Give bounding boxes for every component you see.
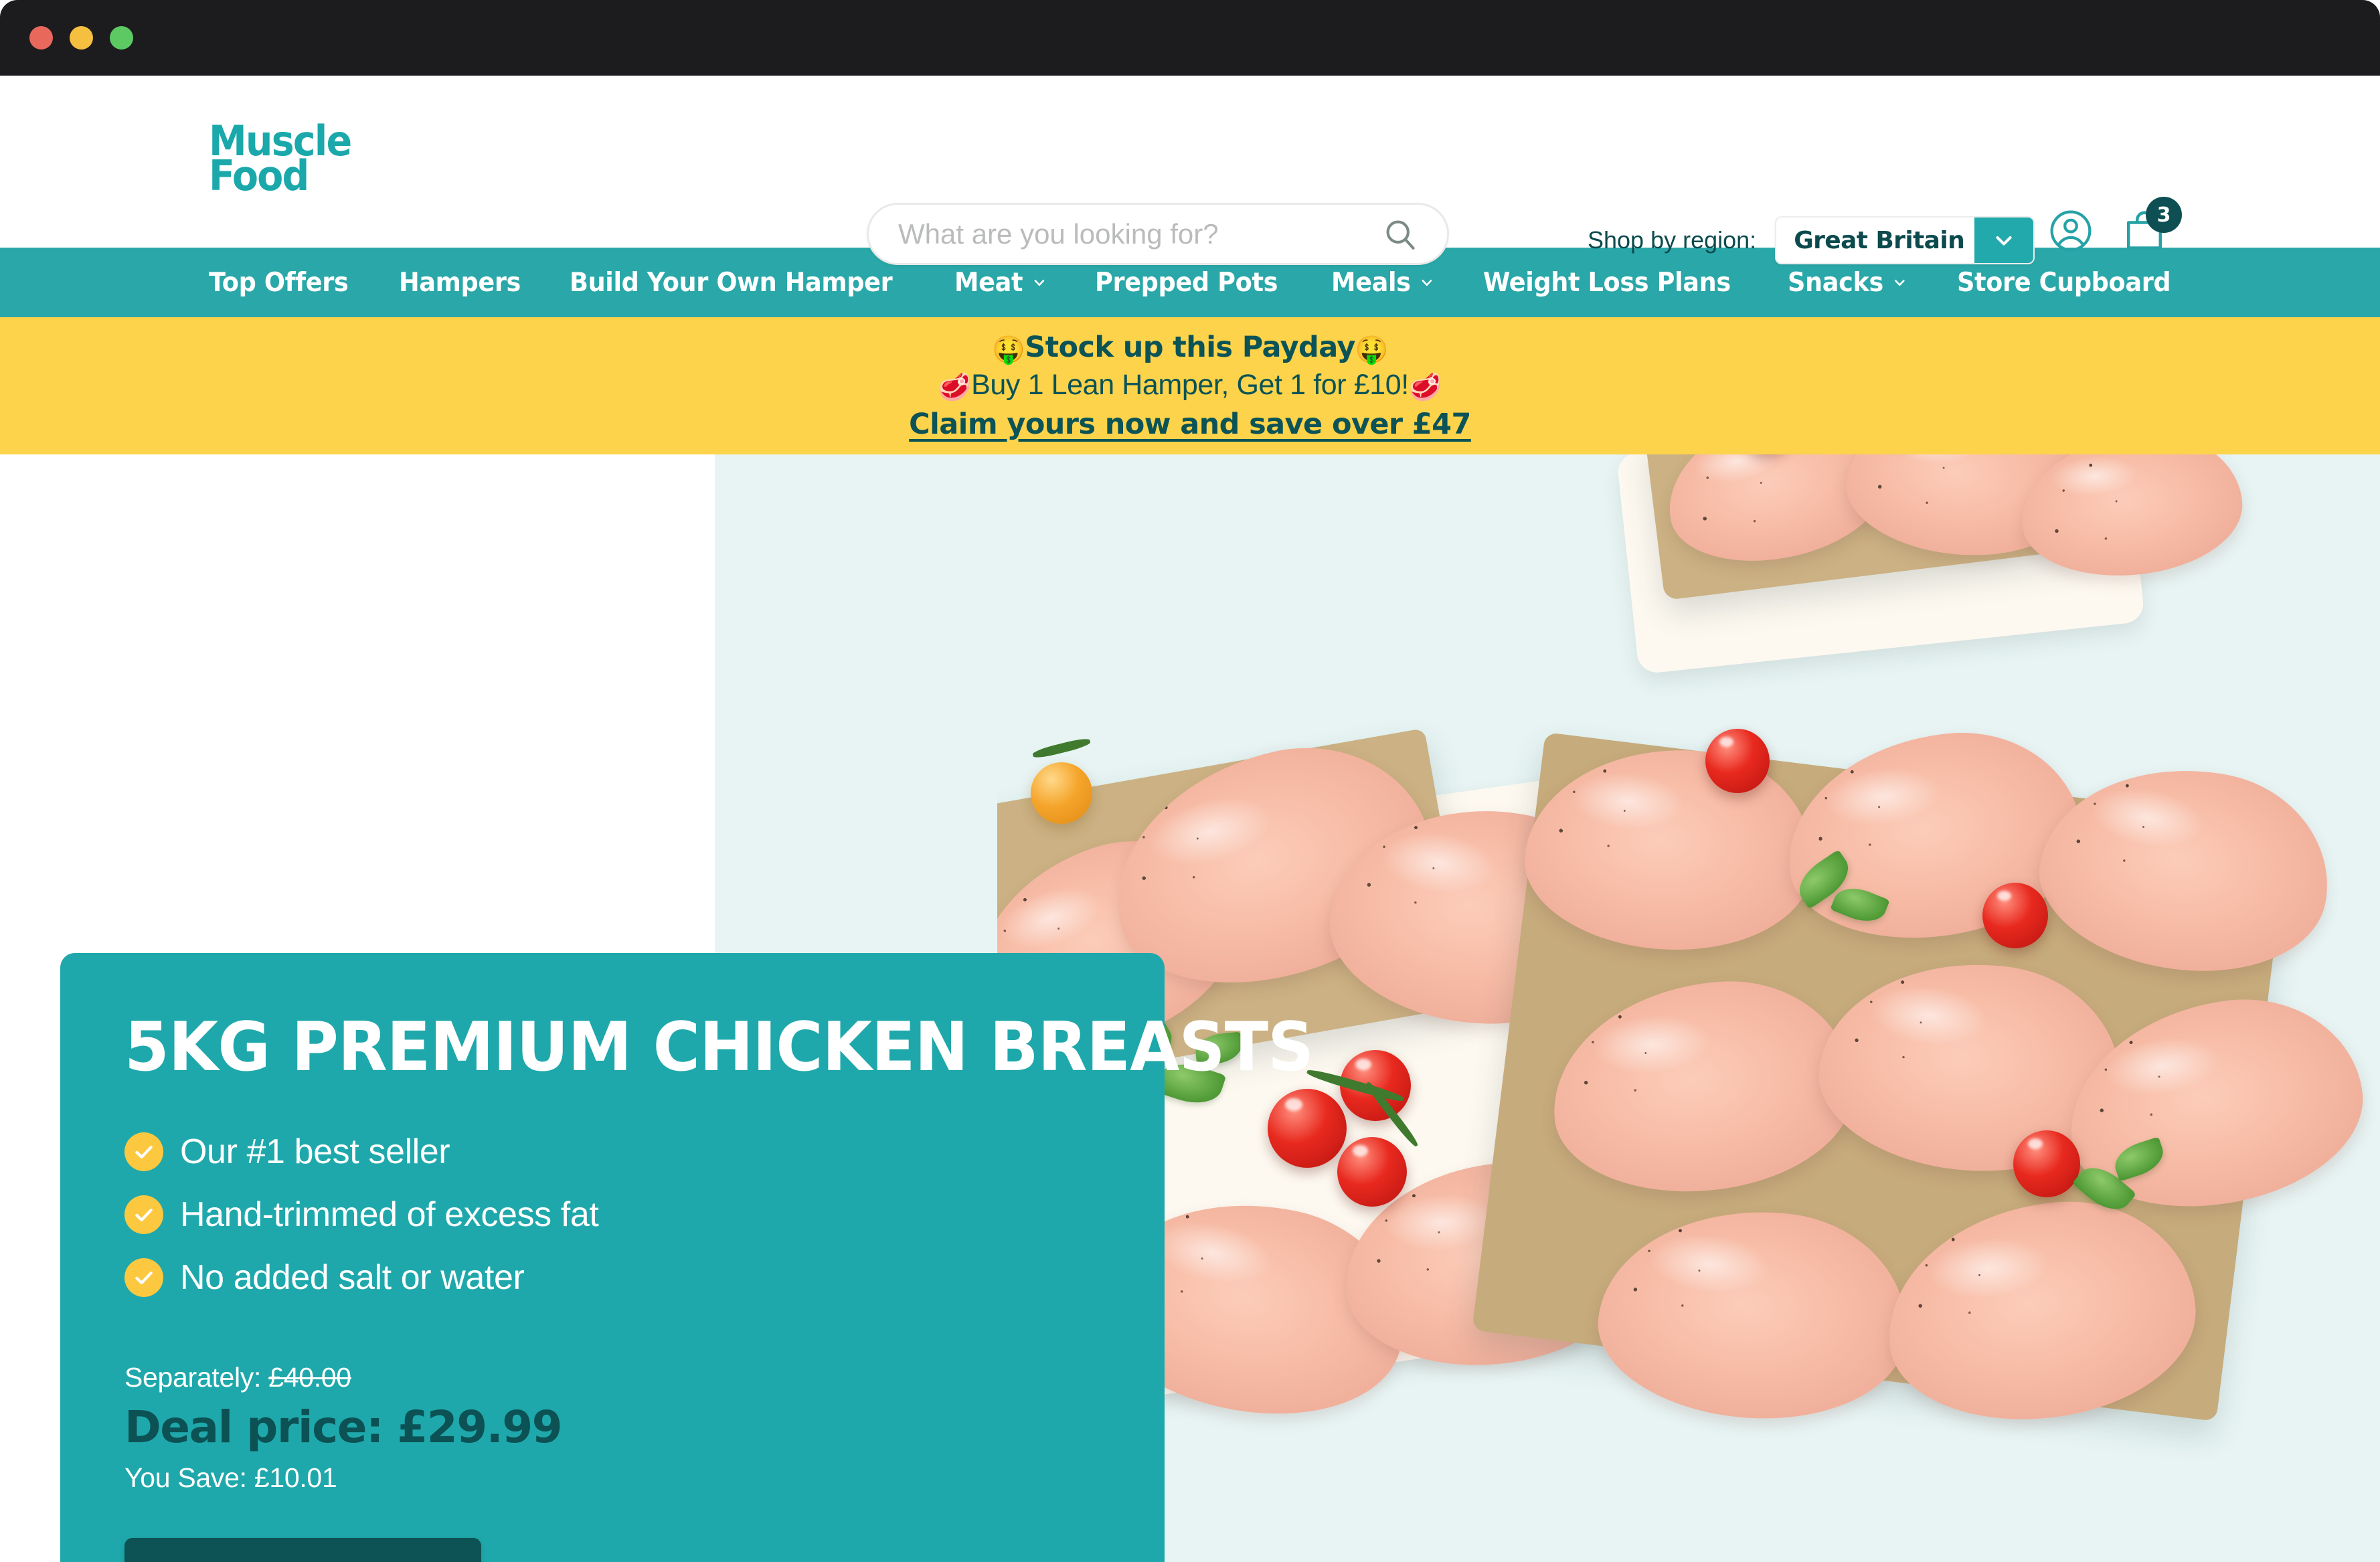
feature-label: Hand-trimmed of excess fat xyxy=(180,1195,599,1234)
cut-of-meat-emoji: 🥩 xyxy=(938,372,972,402)
hero-section: 5KG PREMIUM CHICKEN BREASTS Our #1 best … xyxy=(0,454,2380,1562)
separately-price-row: Separately: £40.00 xyxy=(124,1362,1100,1393)
region-selected-value: Great Britain xyxy=(1794,226,1965,254)
nav-label: Store Cupboard xyxy=(1957,267,2171,298)
money-face-emoji: 🤑 xyxy=(1355,335,1389,366)
chevron-down-icon[interactable] xyxy=(1974,218,2034,263)
money-face-emoji: 🤑 xyxy=(992,335,1025,366)
page-content: Muscle Food Shop by region: Great Britai… xyxy=(0,76,2380,1562)
musclefood-logo[interactable]: Muscle Food xyxy=(209,120,378,201)
nav-item-prepped-pots[interactable]: Prepped Pots xyxy=(1095,268,1278,298)
feature-list: Our #1 best seller Hand-trimmed of exces… xyxy=(124,1132,1100,1298)
check-circle-icon xyxy=(124,1132,163,1171)
you-save-label: You Save: xyxy=(124,1462,247,1493)
nav-item-store-cupboard[interactable]: Store Cupboard xyxy=(1957,268,2171,298)
promo-banner[interactable]: 🤑Stock up this Payday🤑 🥩Buy 1 Lean Hampe… xyxy=(0,317,2380,454)
nav-label: Build Your Own Hamper xyxy=(570,267,893,298)
feature-label: Our #1 best seller xyxy=(180,1132,450,1171)
nav-item-hampers[interactable]: Hampers xyxy=(399,268,521,298)
window-minimize-button[interactable] xyxy=(70,26,93,50)
nav-label: Meals xyxy=(1331,267,1411,298)
site-header: Muscle Food Shop by region: Great Britai… xyxy=(0,76,2380,265)
cart-count-badge: 3 xyxy=(2146,197,2182,233)
nav-label: Top Offers xyxy=(209,267,349,298)
region-selector-group: Shop by region: Great Britain xyxy=(1588,216,2035,264)
deal-price-value: £29.99 xyxy=(397,1401,562,1453)
logo-line-2: Food xyxy=(209,151,309,201)
cut-of-meat-emoji: 🥩 xyxy=(1408,372,1442,402)
you-save-value: £10.01 xyxy=(254,1462,337,1493)
nav-label: Meat xyxy=(954,267,1023,298)
pricing-block: Separately: £40.00 Deal price: £29.99 Yo… xyxy=(124,1362,1100,1494)
window-titlebar xyxy=(0,0,2380,76)
shopping-bag-icon[interactable]: 3 xyxy=(2122,197,2182,254)
list-item: Our #1 best seller xyxy=(124,1132,1100,1172)
window-close-button[interactable] xyxy=(29,26,53,50)
check-circle-icon xyxy=(124,1258,163,1297)
account-circle-icon[interactable] xyxy=(2048,208,2094,254)
deal-price-row: Deal price: £29.99 xyxy=(124,1401,1100,1453)
nav-label: Prepped Pots xyxy=(1095,267,1278,298)
offer-card: 5KG PREMIUM CHICKEN BREASTS Our #1 best … xyxy=(60,953,1314,1562)
feature-label: No added salt or water xyxy=(180,1258,525,1297)
promo-claim-link[interactable]: Claim yours now and save over £47 xyxy=(909,408,1471,441)
claim-yours-now-button[interactable]: Claim yours now xyxy=(124,1538,481,1562)
window-maximize-button[interactable] xyxy=(110,26,133,50)
chevron-down-icon xyxy=(1031,268,1047,298)
chevron-down-icon xyxy=(1418,268,1434,298)
deal-price-label: Deal price: xyxy=(124,1401,384,1453)
nav-item-meat[interactable]: Meat xyxy=(954,268,1047,298)
region-label: Shop by region: xyxy=(1588,226,1757,254)
promo-line-2: 🥩Buy 1 Lean Hamper, Get 1 for £10!🥩 xyxy=(938,368,1442,404)
you-save-row: You Save: £10.01 xyxy=(124,1462,1100,1494)
promo-line-1: 🤑Stock up this Payday🤑 xyxy=(992,331,1389,366)
nav-label: Weight Loss Plans xyxy=(1482,267,1731,298)
list-item: Hand-trimmed of excess fat xyxy=(124,1195,1100,1235)
nav-item-snacks[interactable]: Snacks xyxy=(1788,268,1908,298)
header-icon-group: 3 xyxy=(2048,197,2182,254)
chevron-down-icon xyxy=(1891,268,1907,298)
page-title: 5KG PREMIUM CHICKEN BREASTS xyxy=(124,1007,1314,1086)
nav-label: Hampers xyxy=(398,267,521,298)
promo-line-2-text: Buy 1 Lean Hamper, Get 1 for £10! xyxy=(971,368,1409,401)
search-icon[interactable] xyxy=(1376,217,1447,252)
check-circle-icon xyxy=(124,1195,163,1234)
nav-item-build-your-own-hamper[interactable]: Build Your Own Hamper xyxy=(570,267,893,298)
nav-item-weight-loss-plans[interactable]: Weight Loss Plans xyxy=(1483,268,1731,298)
list-item: No added salt or water xyxy=(124,1257,1100,1298)
separately-label: Separately: xyxy=(124,1362,262,1393)
nav-item-meals[interactable]: Meals xyxy=(1331,268,1435,298)
search-input[interactable] xyxy=(869,218,1376,250)
nav-label: Snacks xyxy=(1788,267,1884,298)
promo-line-1-text: Stock up this Payday xyxy=(1025,331,1355,365)
separately-value: £40.00 xyxy=(268,1362,351,1393)
region-select[interactable]: Great Britain xyxy=(1775,216,2035,264)
nav-item-top-offers[interactable]: Top Offers xyxy=(209,267,349,298)
search-bar[interactable] xyxy=(867,203,1449,265)
